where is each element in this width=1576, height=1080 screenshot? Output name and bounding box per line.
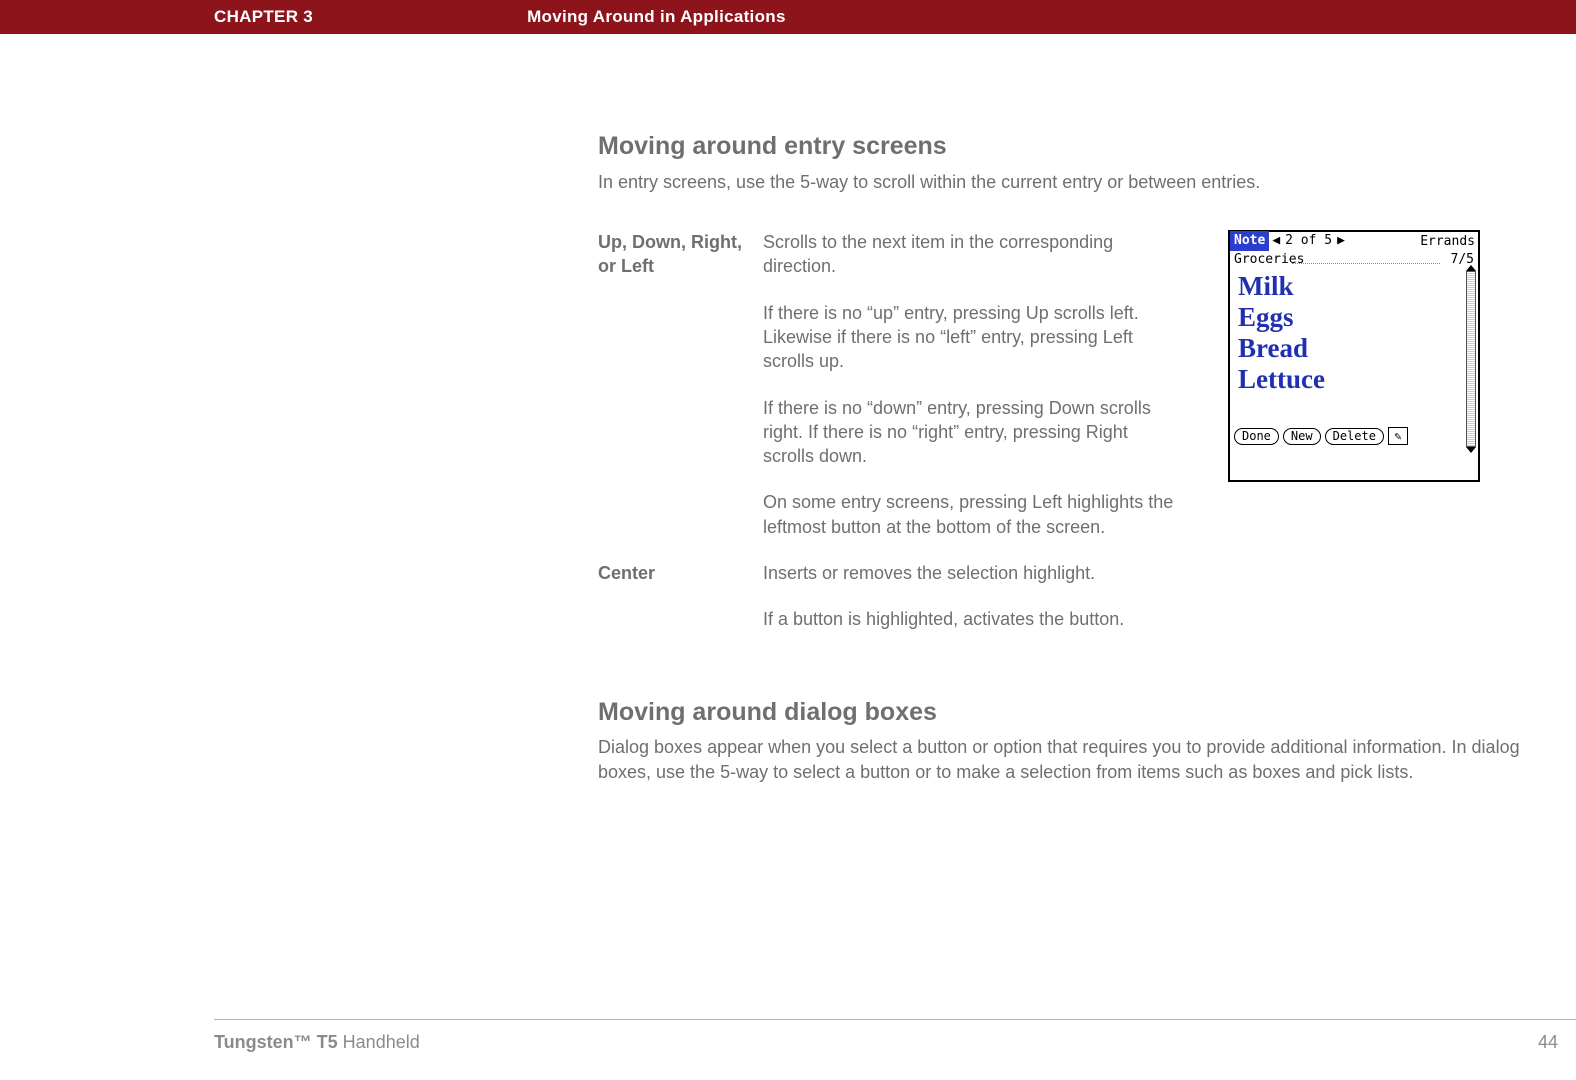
section-heading-1: Moving around entry screens bbox=[598, 130, 1538, 164]
definition-para: Inserts or removes the selection highlig… bbox=[763, 561, 1183, 585]
section-heading-2: Moving around dialog boxes bbox=[598, 696, 1538, 730]
definition-term: Center bbox=[598, 561, 763, 632]
example-screenshot: Note ◀ 2 of 5 ▶ Errands Groceries 7/5 Mi… bbox=[1228, 230, 1480, 482]
definition-para: Scrolls to the next item in the correspo… bbox=[763, 230, 1183, 279]
prev-arrow-icon[interactable]: ◀ bbox=[1269, 232, 1283, 250]
page-content: Moving around entry screens In entry scr… bbox=[598, 130, 1538, 784]
done-button[interactable]: Done bbox=[1234, 428, 1279, 445]
screenshot-body: Milk Eggs Bread Lettuce Done New Delete … bbox=[1230, 269, 1478, 449]
product-name: Tungsten™ T5 Handheld bbox=[214, 1030, 420, 1054]
definition-para: On some entry screens, pressing Left hig… bbox=[763, 490, 1183, 539]
screenshot-subtitle: Groceries 7/5 bbox=[1230, 250, 1478, 269]
record-counter: 2 of 5 bbox=[1283, 232, 1334, 250]
definition-desc: Inserts or removes the selection highlig… bbox=[763, 561, 1183, 632]
definition-para: If there is no “down” entry, pressing Do… bbox=[763, 396, 1183, 469]
screenshot-buttons: Done New Delete ✎ bbox=[1234, 427, 1408, 445]
pen-icon[interactable]: ✎ bbox=[1388, 427, 1408, 445]
new-button[interactable]: New bbox=[1283, 428, 1321, 445]
definition-para: If there is no “up” entry, pressing Up s… bbox=[763, 301, 1183, 374]
product-name-rest: Handheld bbox=[338, 1032, 420, 1052]
scrollbar[interactable] bbox=[1466, 271, 1476, 447]
dotted-rule bbox=[1292, 263, 1440, 264]
note-app-label: Note bbox=[1230, 231, 1269, 251]
chapter-header: CHAPTER 3 Moving Around in Applications bbox=[0, 0, 1576, 34]
chapter-label: CHAPTER 3 bbox=[214, 6, 313, 29]
definition-desc: Scrolls to the next item in the correspo… bbox=[763, 230, 1183, 539]
page-footer: Tungsten™ T5 Handheld 44 bbox=[214, 1019, 1576, 1054]
category-label[interactable]: Errands bbox=[1420, 233, 1475, 251]
definition-para: If a button is highlighted, activates th… bbox=[763, 607, 1183, 631]
section-intro-1: In entry screens, use the 5-way to scrol… bbox=[598, 170, 1538, 194]
next-arrow-icon[interactable]: ▶ bbox=[1334, 232, 1348, 250]
footer-rule bbox=[214, 1019, 1576, 1020]
screenshot-titlebar: Note ◀ 2 of 5 ▶ Errands bbox=[1230, 232, 1478, 250]
definition-term: Up, Down, Right, or Left bbox=[598, 230, 763, 539]
section-intro-2: Dialog boxes appear when you select a bu… bbox=[598, 735, 1538, 784]
chapter-title: Moving Around in Applications bbox=[527, 6, 786, 29]
product-name-bold: Tungsten™ T5 bbox=[214, 1032, 338, 1052]
handwriting-text: Milk Eggs Bread Lettuce bbox=[1238, 271, 1325, 395]
delete-button[interactable]: Delete bbox=[1325, 428, 1384, 445]
note-title: Groceries bbox=[1234, 252, 1304, 267]
definition-row: Center Inserts or removes the selection … bbox=[598, 561, 1538, 632]
page-number: 44 bbox=[1538, 1030, 1558, 1054]
